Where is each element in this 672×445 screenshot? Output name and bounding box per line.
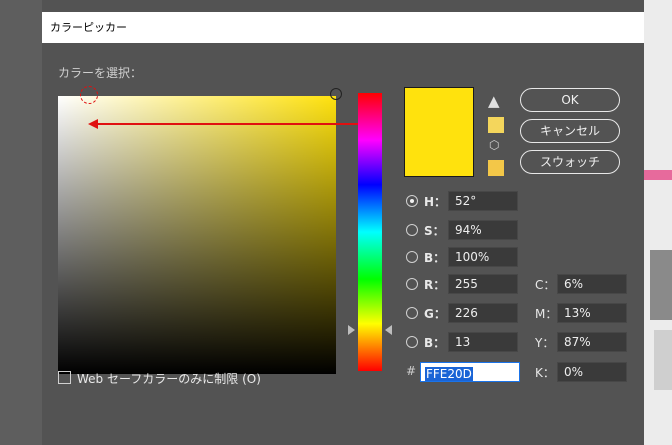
select-color-label: カラーを選択： bbox=[58, 66, 143, 80]
black-input[interactable]: 0% bbox=[557, 362, 627, 382]
websafe-option[interactable]: Web セーフカラーのみに制限 (O) bbox=[58, 370, 261, 387]
hue-label: H： bbox=[424, 195, 447, 209]
red-label: R： bbox=[424, 278, 446, 292]
blue-radio[interactable] bbox=[406, 336, 418, 348]
background-canvas-left bbox=[0, 0, 42, 445]
hue-slider[interactable] bbox=[358, 93, 382, 371]
saturation-input[interactable]: 94% bbox=[448, 220, 518, 240]
background-shape bbox=[654, 330, 672, 390]
websafe-color-swatch[interactable] bbox=[488, 160, 504, 176]
websafe-checkbox[interactable] bbox=[58, 371, 71, 384]
red-radio[interactable] bbox=[406, 278, 418, 290]
green-radio[interactable] bbox=[406, 307, 418, 319]
background-shape bbox=[650, 250, 672, 320]
color-selection-marker[interactable] bbox=[330, 88, 342, 100]
color-picker-dialog: カラーピッカー カラーを選択： ▲ ⬡ OK キャンセル スウォッチ H： 52… bbox=[42, 0, 644, 445]
yellow-input[interactable]: 87% bbox=[557, 332, 627, 352]
websafe-label: Web セーフカラーのみに制限 (O) bbox=[77, 372, 261, 386]
hue-slider-handle-right[interactable] bbox=[385, 325, 392, 335]
dialog-title: カラーピッカー bbox=[42, 12, 644, 43]
green-label: G： bbox=[424, 307, 446, 321]
hue-input[interactable]: 52° bbox=[448, 191, 518, 211]
background-canvas-right bbox=[644, 0, 672, 445]
blue-label: B： bbox=[424, 336, 446, 350]
out-of-gamut-swatch[interactable] bbox=[488, 117, 504, 133]
warning-triangle-icon[interactable]: ▲ bbox=[488, 93, 500, 109]
hex-input[interactable]: FFE20D bbox=[420, 362, 520, 382]
yellow-label: Y： bbox=[535, 336, 555, 350]
websafe-cube-icon[interactable]: ⬡ bbox=[489, 138, 499, 152]
annotation-target-circle bbox=[80, 86, 98, 104]
cyan-label: C： bbox=[535, 278, 556, 292]
hex-hash-label: # bbox=[406, 364, 417, 378]
magenta-input[interactable]: 13% bbox=[557, 303, 627, 323]
saturation-label: S： bbox=[424, 224, 445, 238]
cyan-input[interactable]: 6% bbox=[557, 274, 627, 294]
ok-button[interactable]: OK bbox=[520, 88, 620, 112]
black-label: K： bbox=[535, 366, 555, 380]
brightness-input[interactable]: 100% bbox=[448, 247, 518, 267]
annotation-arrow bbox=[88, 119, 376, 129]
hex-value: FFE20D bbox=[425, 367, 473, 381]
brightness-radio[interactable] bbox=[406, 251, 418, 263]
saturation-radio[interactable] bbox=[406, 224, 418, 236]
green-input[interactable]: 226 bbox=[448, 303, 518, 323]
saturation-brightness-field[interactable] bbox=[58, 88, 342, 374]
magenta-label: M： bbox=[535, 307, 558, 321]
brightness-label: B： bbox=[424, 251, 446, 265]
swatches-button[interactable]: スウォッチ bbox=[520, 150, 620, 174]
selected-color-preview bbox=[404, 87, 474, 177]
cancel-button[interactable]: キャンセル bbox=[520, 119, 620, 143]
hue-radio[interactable] bbox=[406, 195, 418, 207]
background-accent bbox=[644, 170, 672, 180]
hue-slider-handle-left[interactable] bbox=[348, 325, 355, 335]
blue-input[interactable]: 13 bbox=[448, 332, 518, 352]
red-input[interactable]: 255 bbox=[448, 274, 518, 294]
